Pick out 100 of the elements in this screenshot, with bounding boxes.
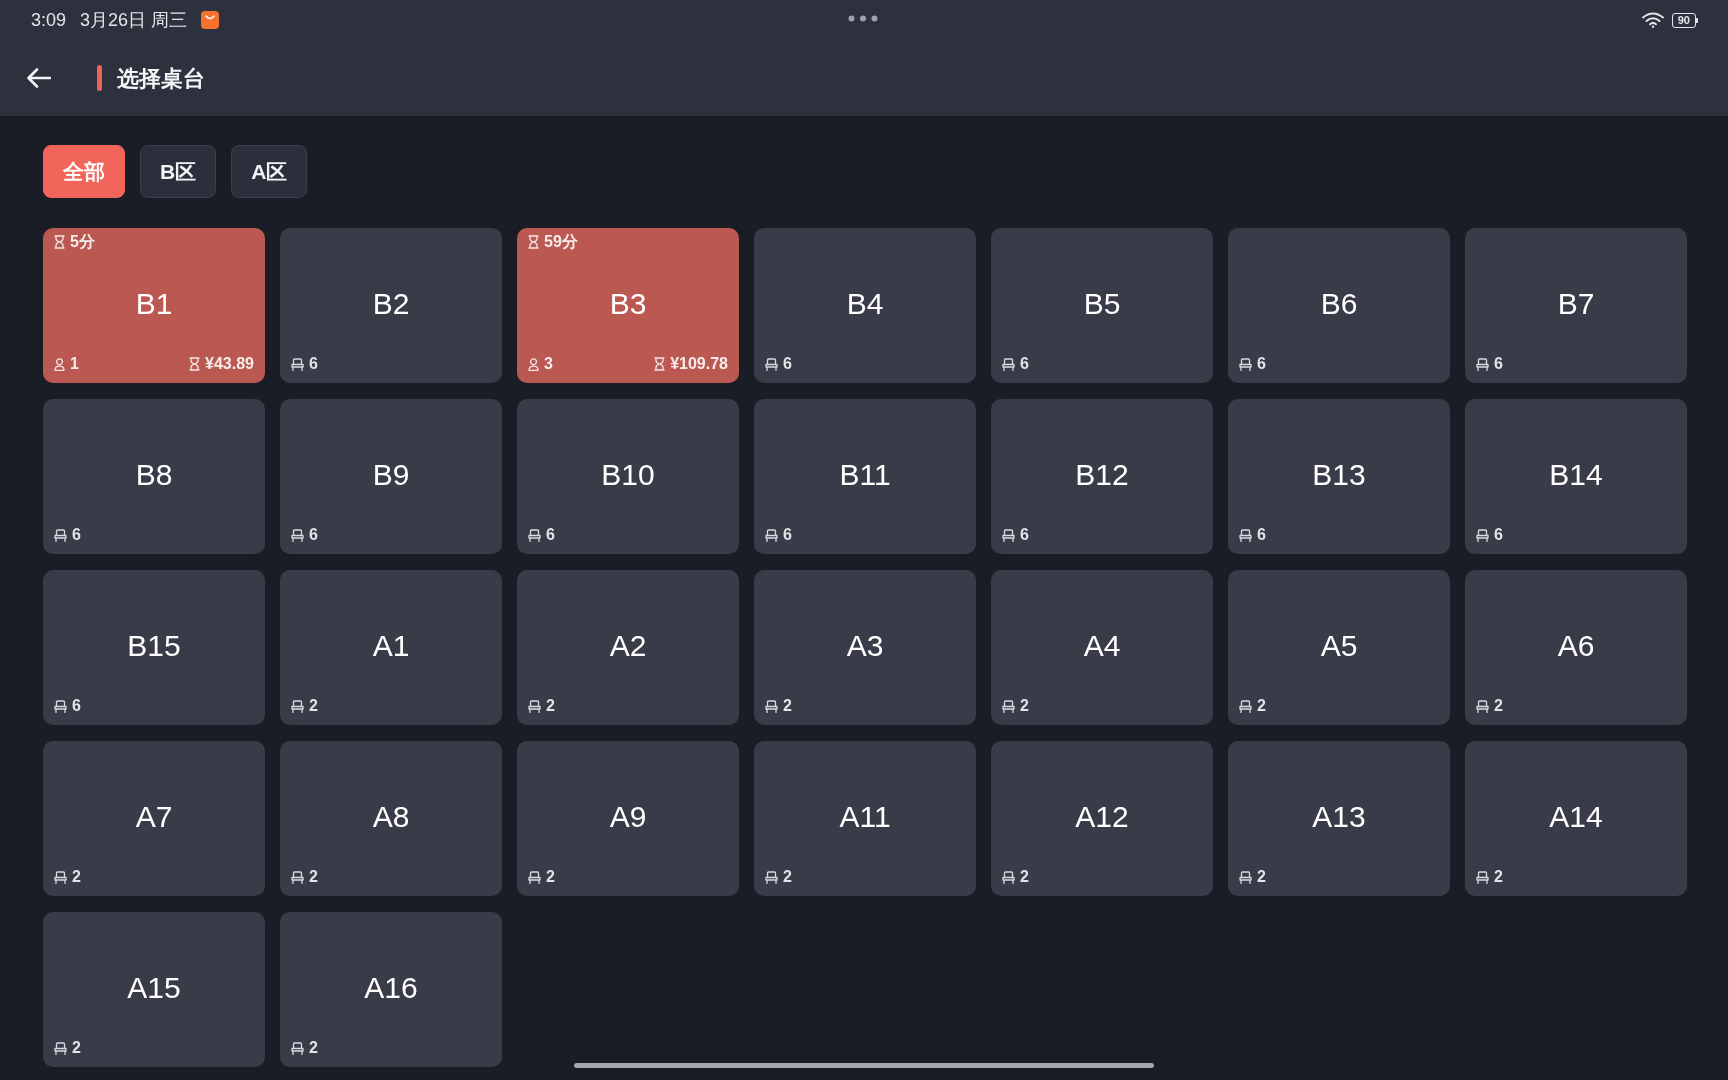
elapsed-time: 59分 <box>544 232 578 252</box>
table-name: A13 <box>1312 798 1366 835</box>
title-accent-bar <box>97 65 102 91</box>
seat-count: 2 <box>546 696 555 716</box>
table-card[interactable]: A7 2 <box>43 741 265 896</box>
hourglass-icon <box>528 235 539 249</box>
table-card[interactable]: B14 6 <box>1465 399 1687 554</box>
chair-icon <box>54 699 67 713</box>
seat-count: 2 <box>1257 867 1266 887</box>
battery-indicator: 90 <box>1671 12 1698 28</box>
table-card[interactable]: B12 6 <box>991 399 1213 554</box>
seat-count: 2 <box>309 1038 318 1058</box>
chair-icon <box>528 699 541 713</box>
table-card[interactable]: A13 2 <box>1228 741 1450 896</box>
seat-count: 2 <box>1257 696 1266 716</box>
chair-icon <box>291 528 304 542</box>
table-card[interactable]: B15 6 <box>43 570 265 725</box>
seat-count: 2 <box>72 1038 81 1058</box>
table-card[interactable]: B8 6 <box>43 399 265 554</box>
chair-icon <box>1002 699 1015 713</box>
seat-count: 6 <box>1494 354 1503 374</box>
bill-amount: ¥43.89 <box>205 354 254 374</box>
seat-count: 2 <box>72 867 81 887</box>
table-card[interactable]: A5 2 <box>1228 570 1450 725</box>
chair-icon <box>1002 870 1015 884</box>
hourglass-icon <box>54 235 65 249</box>
table-card[interactable]: A1 2 <box>280 570 502 725</box>
status-time: 3:09 <box>31 8 67 32</box>
seat-count: 6 <box>309 354 318 374</box>
seat-count: 2 <box>1020 696 1029 716</box>
more-dots-icon[interactable] <box>848 15 878 22</box>
person-icon <box>528 357 539 371</box>
table-card[interactable]: A8 2 <box>280 741 502 896</box>
chair-icon <box>765 357 778 371</box>
chair-icon <box>1002 357 1015 371</box>
table-card[interactable]: A3 2 <box>754 570 976 725</box>
table-card[interactable]: B13 6 <box>1228 399 1450 554</box>
table-card[interactable]: A12 2 <box>991 741 1213 896</box>
table-card[interactable]: B2 6 <box>280 228 502 383</box>
table-card[interactable]: A2 2 <box>517 570 739 725</box>
table-card[interactable]: B4 6 <box>754 228 976 383</box>
seat-count: 6 <box>1257 354 1266 374</box>
table-name: B4 <box>846 285 884 322</box>
table-name: B6 <box>1320 285 1358 322</box>
table-card[interactable]: B7 6 <box>1465 228 1687 383</box>
table-card[interactable]: A11 2 <box>754 741 976 896</box>
chair-icon <box>1476 357 1489 371</box>
table-name: B10 <box>601 456 655 493</box>
chair-icon <box>291 699 304 713</box>
seat-count: 2 <box>1494 867 1503 887</box>
seat-count: 6 <box>72 525 81 545</box>
seat-count: 2 <box>1020 867 1029 887</box>
table-name: A16 <box>364 969 418 1006</box>
table-card[interactable]: A9 2 <box>517 741 739 896</box>
table-card[interactable]: B11 6 <box>754 399 976 554</box>
table-card[interactable]: B5 6 <box>991 228 1213 383</box>
seat-count: 2 <box>546 867 555 887</box>
chair-icon <box>1239 528 1252 542</box>
zone-tab[interactable]: B区 <box>140 145 217 198</box>
seat-count: 6 <box>783 525 792 545</box>
table-card[interactable]: B6 6 <box>1228 228 1450 383</box>
chair-icon <box>291 870 304 884</box>
table-card[interactable]: 5分 B1 1 ¥43.89 <box>43 228 265 383</box>
table-card[interactable]: A15 2 <box>43 912 265 1067</box>
chair-icon <box>291 1041 304 1055</box>
table-card[interactable]: 59分 B3 3 ¥109.78 <box>517 228 739 383</box>
table-name: A4 <box>1083 627 1121 664</box>
chair-icon <box>765 870 778 884</box>
table-name: A14 <box>1549 798 1603 835</box>
table-card[interactable]: B10 6 <box>517 399 739 554</box>
seat-count: 6 <box>1257 525 1266 545</box>
elapsed-time: 5分 <box>70 232 95 252</box>
seat-count: 6 <box>1020 354 1029 374</box>
table-name: B5 <box>1083 285 1121 322</box>
table-name: A12 <box>1075 798 1129 835</box>
chair-icon <box>1239 699 1252 713</box>
table-name: B3 <box>609 285 647 322</box>
seat-count: 2 <box>309 696 318 716</box>
table-name: B12 <box>1075 456 1129 493</box>
table-card[interactable]: A4 2 <box>991 570 1213 725</box>
chair-icon <box>1476 870 1489 884</box>
chair-icon <box>1239 870 1252 884</box>
table-card[interactable]: A14 2 <box>1465 741 1687 896</box>
table-name: B11 <box>839 456 891 493</box>
chair-icon <box>1002 528 1015 542</box>
zone-tab[interactable]: A区 <box>231 145 308 198</box>
chair-icon <box>54 870 67 884</box>
seat-count: 2 <box>783 867 792 887</box>
table-name: A1 <box>372 627 410 664</box>
chair-icon <box>1239 357 1252 371</box>
table-card[interactable]: A6 2 <box>1465 570 1687 725</box>
seat-count: 6 <box>1494 525 1503 545</box>
table-card[interactable]: B9 6 <box>280 399 502 554</box>
seat-count: 6 <box>783 354 792 374</box>
hourglass-icon <box>654 357 666 371</box>
table-name: B8 <box>135 456 173 493</box>
table-name: A3 <box>846 627 884 664</box>
table-card[interactable]: A16 2 <box>280 912 502 1067</box>
chair-icon <box>765 528 778 542</box>
chair-icon <box>528 870 541 884</box>
